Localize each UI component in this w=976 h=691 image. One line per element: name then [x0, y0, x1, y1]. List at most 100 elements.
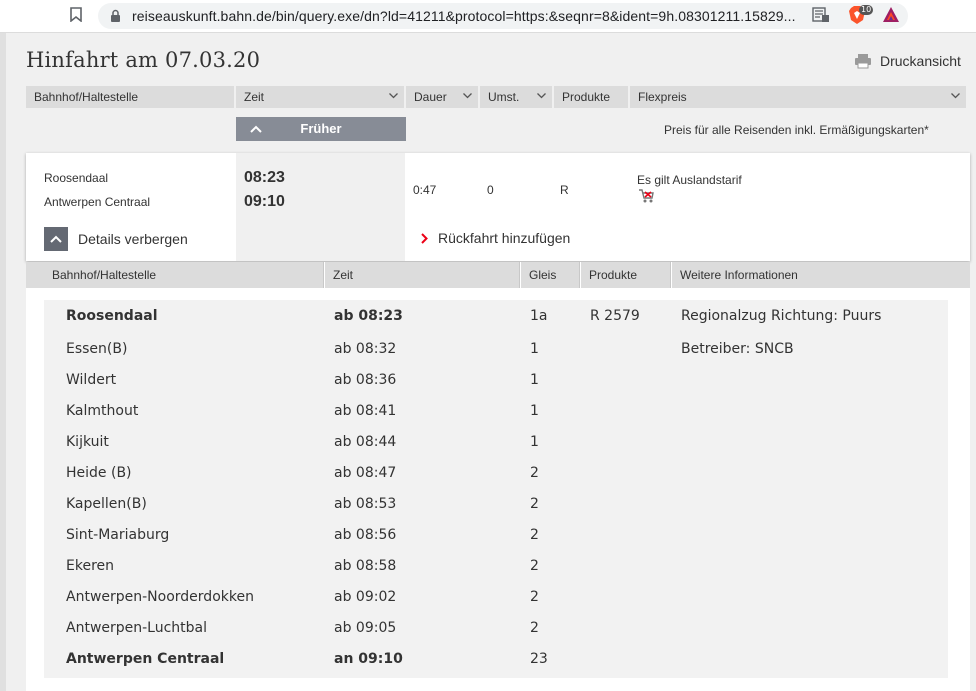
stop-station: Ekeren [66, 558, 115, 574]
stop-row: Sint-Mariaburg ab 08:56 2 [44, 519, 948, 550]
stop-station: Antwerpen Centraal [66, 651, 225, 667]
stop-row: Roosendaal ab 08:23 1a R 2579 Regionalzu… [44, 300, 948, 331]
page-title: Hinfahrt am 07.03.20 [26, 48, 261, 72]
stop-time: ab 09:02 [334, 589, 397, 605]
stop-track: 2 [530, 620, 539, 636]
hide-details-label: Details verbergen [78, 231, 188, 247]
train-operator: Betreiber: SNCB [681, 341, 794, 357]
stop-track: 2 [530, 558, 539, 574]
stop-row: Ekeren ab 08:58 2 [44, 550, 948, 581]
column-header-station-label: Bahnhof/Haltestelle [34, 90, 139, 104]
details-header-time: Zeit [325, 262, 520, 288]
printer-icon [855, 54, 871, 69]
stop-time: ab 08:47 [334, 465, 397, 481]
stop-station: Antwerpen-Luchtbal [66, 620, 208, 636]
chevron-down-icon [951, 93, 960, 99]
add-return-link[interactable]: Rückfahrt hinzufügen [421, 230, 570, 246]
stop-row: Essen(B) ab 08:32 1 Betreiber: SNCB [44, 333, 948, 364]
card-fare-column [629, 153, 970, 261]
earlier-button[interactable]: Früher [236, 117, 406, 141]
stop-time: ab 08:32 [334, 341, 397, 357]
connection-departure: 08:23 [244, 169, 285, 186]
stop-row: Wildert ab 08:36 1 [44, 364, 948, 395]
stop-station: Antwerpen-Noorderdokken [66, 589, 254, 605]
stop-row: Antwerpen-Luchtbal ab 09:05 2 [44, 612, 948, 643]
chevron-down-icon [463, 93, 472, 99]
column-header-products: Produkte [554, 86, 628, 108]
train-direction: Regionalzug Richtung: Puurs [681, 308, 882, 324]
stop-list: Roosendaal ab 08:23 1a R 2579 Regionalzu… [44, 300, 948, 678]
connection-changes: 0 [487, 183, 494, 197]
connection-card[interactable]: Roosendaal Antwerpen Centraal 08:23 09:1… [26, 153, 970, 261]
stop-time: ab 08:56 [334, 527, 397, 543]
url-text: reiseauskunft.bahn.de/bin/query.exe/dn?l… [132, 8, 796, 24]
bookmark-icon[interactable] [70, 7, 82, 22]
details-header-info: Weitere Informationen [672, 262, 970, 288]
column-header-station: Bahnhof/Haltestelle [26, 86, 234, 108]
stop-row: Heide (B) ab 08:47 2 [44, 457, 948, 488]
stop-track: 1 [530, 403, 539, 419]
foreign-tariff-note: Es gilt Auslandstarif [637, 173, 742, 187]
stop-row: Kijkuit ab 08:44 1 [44, 426, 948, 457]
column-header-fare[interactable]: Flexpreis [630, 86, 966, 108]
connection-arrival: 09:10 [244, 193, 285, 210]
page-content: Hinfahrt am 07.03.20 Druckansicht Bahnho… [6, 33, 976, 691]
stop-track: 2 [530, 527, 539, 543]
stop-row: Kalmthout ab 08:41 1 [44, 395, 948, 426]
column-header-changes[interactable]: Umst. [480, 86, 552, 108]
column-header-fare-label: Flexpreis [638, 90, 687, 104]
reader-mode-icon[interactable] [812, 7, 830, 23]
chevron-up-icon [250, 125, 262, 133]
stop-row: Kapellen(B) ab 08:53 2 [44, 488, 948, 519]
lock-icon[interactable] [110, 9, 121, 23]
column-header-time[interactable]: Zeit [236, 86, 404, 108]
print-view-link[interactable]: Druckansicht [854, 53, 961, 69]
column-header-time-label: Zeit [244, 90, 265, 104]
stop-time: an 09:10 [334, 651, 403, 667]
hide-details-button[interactable]: Details verbergen [44, 227, 188, 251]
brave-counter-badge: 10 [859, 5, 874, 15]
stop-time: ab 08:58 [334, 558, 397, 574]
stop-station: Sint-Mariaburg [66, 527, 170, 543]
stop-time: ab 09:05 [334, 620, 397, 636]
details-header-station: Bahnhof/Haltestelle [26, 262, 324, 288]
chevron-down-icon [537, 93, 546, 99]
stop-station: Essen(B) [66, 341, 128, 357]
address-bar[interactable]: reiseauskunft.bahn.de/bin/query.exe/dn?l… [98, 3, 908, 29]
collapse-toggle[interactable] [44, 227, 68, 251]
details-header-track: Gleis [521, 262, 580, 288]
stop-track: 1 [530, 434, 539, 450]
price-note: Preis für alle Reisenden inkl. Ermäßigun… [664, 123, 929, 137]
stop-station: Kapellen(B) [66, 496, 147, 512]
print-view-label: Druckansicht [880, 53, 961, 69]
shopping-cart-icon[interactable] [638, 188, 654, 204]
column-header-duration-label: Dauer [414, 90, 447, 104]
connection-from: Roosendaal [44, 171, 109, 185]
stop-row: Antwerpen Centraal an 09:10 23 [44, 643, 948, 674]
stop-station: Wildert [66, 372, 117, 388]
brave-rewards-icon[interactable] [882, 6, 900, 24]
stop-track: 2 [530, 496, 539, 512]
stop-station: Roosendaal [66, 308, 158, 324]
connection-duration: 0:47 [413, 183, 437, 197]
stop-row: Antwerpen-Noorderdokken ab 09:02 2 [44, 581, 948, 612]
chevron-down-icon [389, 93, 398, 99]
column-header-products-label: Produkte [562, 90, 611, 104]
stop-track: 23 [530, 651, 548, 667]
stop-time: ab 08:44 [334, 434, 397, 450]
column-header-duration[interactable]: Dauer [406, 86, 478, 108]
earlier-label: Früher [300, 121, 342, 136]
stop-track: 2 [530, 465, 539, 481]
stop-time: ab 08:23 [334, 308, 403, 324]
chevron-right-icon [421, 232, 428, 244]
browser-toolbar: reiseauskunft.bahn.de/bin/query.exe/dn?l… [0, 0, 976, 33]
connection-to: Antwerpen Centraal [44, 195, 151, 209]
chevron-up-icon [50, 235, 62, 243]
column-header-changes-label: Umst. [488, 90, 520, 104]
train-number: R 2579 [590, 308, 640, 324]
stop-station: Heide (B) [66, 465, 132, 481]
stop-track: 1 [530, 372, 539, 388]
stop-track: 1a [530, 308, 548, 324]
stop-station: Kijkuit [66, 434, 109, 450]
add-return-label: Rückfahrt hinzufügen [438, 230, 571, 246]
